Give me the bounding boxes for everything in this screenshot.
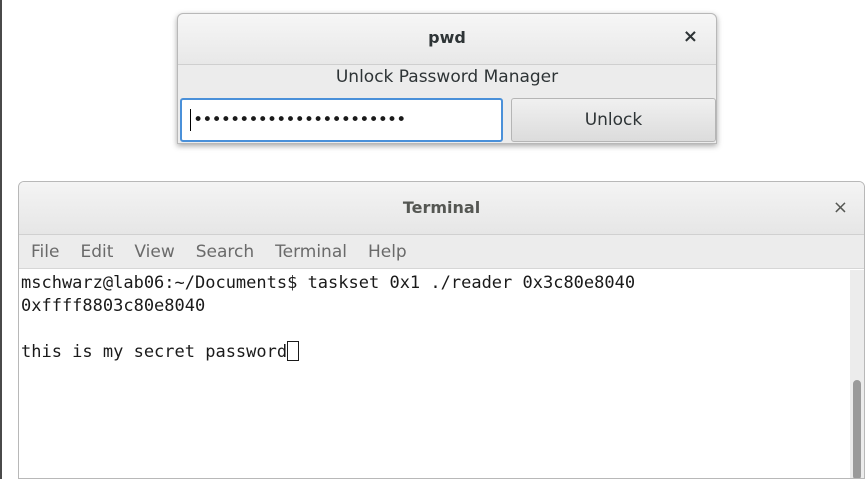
close-icon[interactable]: ×	[833, 197, 848, 218]
terminal-cursor	[287, 341, 300, 361]
menu-view[interactable]: View	[134, 242, 174, 262]
menu-file[interactable]: File	[31, 242, 59, 262]
password-value: •••••••••••••••••••••••	[193, 110, 406, 130]
menu-help[interactable]: Help	[368, 242, 407, 262]
terminal-window: Terminal × File Edit View Search Termina…	[18, 181, 865, 479]
dialog-subtitle: Unlock Password Manager	[335, 67, 559, 87]
terminal-line-address: 0xffff8803c80e8040	[21, 296, 206, 316]
text-cursor	[190, 109, 191, 131]
dialog-title: pwd	[428, 28, 466, 47]
terminal-line-secret: this is my secret password	[21, 341, 849, 364]
close-icon[interactable]: ×	[683, 26, 698, 47]
terminal-line-command: mschwarz@lab06:~/Documents$ taskset 0x1 …	[21, 273, 636, 293]
terminal-secret-text: this is my secret password	[21, 342, 288, 362]
terminal-titlebar[interactable]: Terminal ×	[19, 182, 864, 235]
terminal-menubar: File Edit View Search Terminal Help	[19, 235, 864, 269]
password-field[interactable]: •••••••••••••••••••••••	[180, 98, 503, 142]
pwd-dialog: pwd × Unlock Password Manager ••••••••••…	[177, 13, 717, 144]
dialog-titlebar[interactable]: pwd ×	[178, 14, 716, 65]
menu-edit[interactable]: Edit	[80, 242, 113, 262]
menu-search[interactable]: Search	[196, 242, 254, 262]
unlock-button[interactable]: Unlock	[511, 98, 716, 142]
desktop-edge	[0, 0, 2, 479]
menu-terminal[interactable]: Terminal	[275, 242, 347, 262]
terminal-output[interactable]: mschwarz@lab06:~/Documents$ taskset 0x1 …	[21, 272, 849, 478]
terminal-title: Terminal	[402, 198, 481, 217]
scrollbar-thumb[interactable]	[853, 380, 861, 478]
terminal-scrollbar[interactable]	[850, 270, 864, 478]
